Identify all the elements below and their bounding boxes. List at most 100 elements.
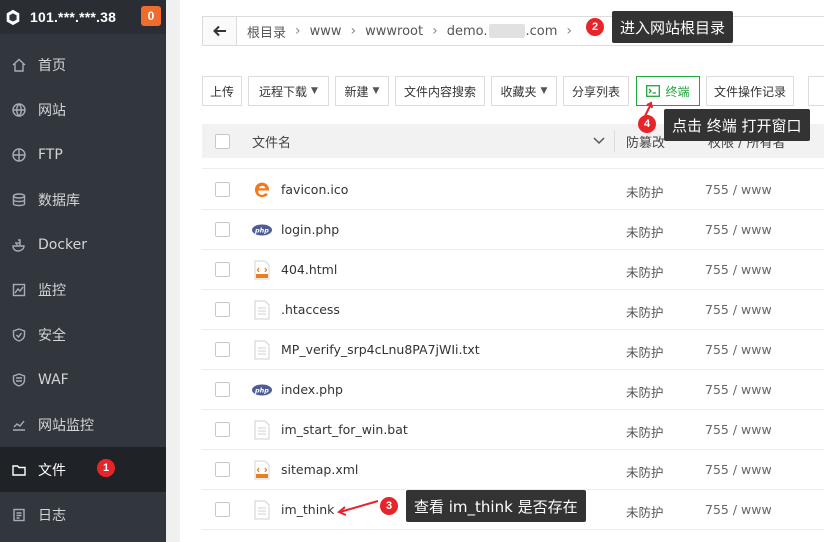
domain-suffix: .com	[525, 23, 558, 39]
row-checkbox[interactable]	[215, 502, 230, 517]
table-row[interactable]: .htaccess 未防护 755 / www	[202, 290, 824, 330]
sidebar-item-website[interactable]: 网站	[0, 87, 166, 132]
breadcrumb-www[interactable]: www	[310, 24, 342, 39]
sidebar-item-ftp[interactable]: FTP	[0, 132, 166, 177]
row-checkbox[interactable]	[215, 302, 230, 317]
permission[interactable]: 755 / www	[705, 342, 772, 357]
back-button[interactable]	[203, 17, 237, 45]
row-checkbox[interactable]	[215, 382, 230, 397]
column-header-name[interactable]: 文件名	[252, 124, 291, 158]
server-logo-icon	[6, 9, 20, 26]
new-button[interactable]: 新建 ▼	[335, 76, 389, 106]
sidebar-item-label: 网站	[38, 102, 66, 119]
docker-icon	[12, 238, 25, 252]
protect-status[interactable]: 未防护	[626, 502, 664, 521]
globe-icon	[12, 102, 26, 117]
file-name[interactable]: index.php	[281, 382, 343, 397]
sidebar-item-label: 日志	[38, 507, 66, 524]
sidebar-item-database[interactable]: 数据库	[0, 177, 166, 222]
file-name[interactable]: favicon.ico	[281, 182, 348, 197]
protect-status[interactable]: 未防护	[626, 262, 664, 281]
php-file-icon: php	[252, 380, 272, 400]
table-row[interactable]: MP_verify_srp4cLnu8PA7jWIi.txt 未防护 755 /…	[202, 330, 824, 370]
content-search-button[interactable]: 文件内容搜索	[395, 76, 485, 106]
html-file-icon	[252, 260, 272, 280]
file-name[interactable]: MP_verify_srp4cLnu8PA7jWIi.txt	[281, 342, 480, 357]
php-file-icon: php	[252, 220, 272, 240]
sidebar-item-home[interactable]: 首页	[0, 42, 166, 87]
sidebar-item-label: WAF	[38, 371, 69, 388]
file-log-label: 文件操作记录	[713, 84, 786, 99]
permission[interactable]: 755 / www	[705, 422, 772, 437]
toolbar: 上传 远程下载 ▼ 新建 ▼ 文件内容搜索 收藏夹 ▼ 分享列表 终端 文件操作记录	[202, 76, 824, 106]
row-checkbox[interactable]	[215, 422, 230, 437]
row-checkbox[interactable]	[215, 182, 230, 197]
protect-status[interactable]: 未防护	[626, 462, 664, 481]
protect-status[interactable]: 未防护	[626, 382, 664, 401]
row-checkbox[interactable]	[215, 222, 230, 237]
sidebar-item-logs[interactable]: 日志	[0, 492, 166, 537]
protect-status[interactable]: 未防护	[626, 222, 664, 241]
table-row[interactable]: sitemap.xml 未防护 755 / www	[202, 450, 824, 490]
row-checkbox[interactable]	[215, 342, 230, 357]
protect-status[interactable]: 未防护	[626, 422, 664, 441]
text-file-icon	[252, 340, 272, 360]
share-list-button[interactable]: 分享列表	[563, 76, 629, 106]
favorites-button[interactable]: 收藏夹 ▼	[491, 76, 557, 106]
row-checkbox[interactable]	[215, 262, 230, 277]
chevron-right-icon: ›	[295, 23, 301, 39]
sidebar-item-files[interactable]: 文件	[0, 447, 166, 492]
breadcrumb-root[interactable]: 根目录	[247, 22, 286, 41]
remote-download-button[interactable]: 远程下载 ▼	[248, 76, 329, 106]
file-name[interactable]: im_think	[281, 502, 334, 517]
permission[interactable]: 755 / www	[705, 222, 772, 237]
column-divider	[614, 130, 615, 152]
chevron-right-icon: ›	[350, 23, 357, 39]
sidebar-item-docker[interactable]: Docker	[0, 222, 166, 267]
more-button[interactable]	[808, 76, 824, 106]
arrow-left-icon	[212, 25, 226, 37]
sidebar-item-label: 监控	[38, 282, 66, 299]
table-row[interactable]: favicon.ico 未防护 755 / www	[202, 170, 824, 210]
file-name[interactable]: login.php	[281, 222, 339, 237]
permission[interactable]: 755 / www	[705, 502, 772, 517]
notification-badge[interactable]: 0	[141, 6, 161, 26]
file-name[interactable]: sitemap.xml	[281, 462, 358, 477]
sidebar-item-waf[interactable]: WAF	[0, 357, 166, 402]
permission[interactable]: 755 / www	[705, 382, 772, 397]
database-icon	[12, 192, 26, 206]
table-row[interactable]: php login.php 未防护 755 / www	[202, 210, 824, 250]
protect-status[interactable]: 未防护	[626, 302, 664, 321]
breadcrumb-wwwroot[interactable]: wwwroot	[365, 24, 423, 39]
table-row[interactable]: 404.html 未防护 755 / www	[202, 250, 824, 290]
table-row[interactable]: im_start_for_win.bat 未防护 755 / www	[202, 410, 824, 450]
permission[interactable]: 755 / www	[705, 262, 772, 277]
protect-status[interactable]: 未防护	[626, 342, 664, 361]
file-name[interactable]: im_start_for_win.bat	[281, 422, 408, 437]
sidebar-item-security[interactable]: 安全	[0, 312, 166, 357]
sidebar-item-label: 安全	[38, 327, 66, 344]
sidebar-item-label: FTP	[38, 146, 63, 163]
sort-chevron-icon[interactable]	[592, 124, 606, 158]
monitor-icon	[12, 283, 26, 296]
file-name[interactable]: 404.html	[281, 262, 337, 277]
select-all-checkbox[interactable]	[215, 133, 230, 149]
protect-status[interactable]: 未防护	[626, 182, 664, 201]
sidebar-menu: 首页 网站 FTP 数据库 Docker 监控 安全 WAF 网站监控 文件 日…	[0, 42, 166, 537]
table-row[interactable]: php index.php 未防护 755 / www	[202, 370, 824, 410]
permission[interactable]: 755 / www	[705, 302, 772, 317]
breadcrumb-domain[interactable]: demo. .com	[447, 24, 558, 39]
annotation-marker-1: 1	[97, 459, 115, 477]
upload-button[interactable]: 上传	[202, 76, 242, 106]
file-manager-panel: 根目录 › www › wwwroot › demo. .com › 上传 远程下…	[180, 0, 824, 542]
sidebar-item-monitor[interactable]: 监控	[0, 267, 166, 312]
folder-icon	[12, 464, 26, 476]
file-log-button[interactable]: 文件操作记录	[706, 76, 794, 106]
permission[interactable]: 755 / www	[705, 182, 772, 197]
chevron-right-icon: ›	[566, 23, 573, 39]
permission[interactable]: 755 / www	[705, 462, 772, 477]
sidebar-item-site-monitor[interactable]: 网站监控	[0, 402, 166, 447]
file-name[interactable]: .htaccess	[281, 302, 340, 317]
row-checkbox[interactable]	[215, 462, 230, 477]
chevron-down-icon: ▼	[372, 86, 380, 96]
